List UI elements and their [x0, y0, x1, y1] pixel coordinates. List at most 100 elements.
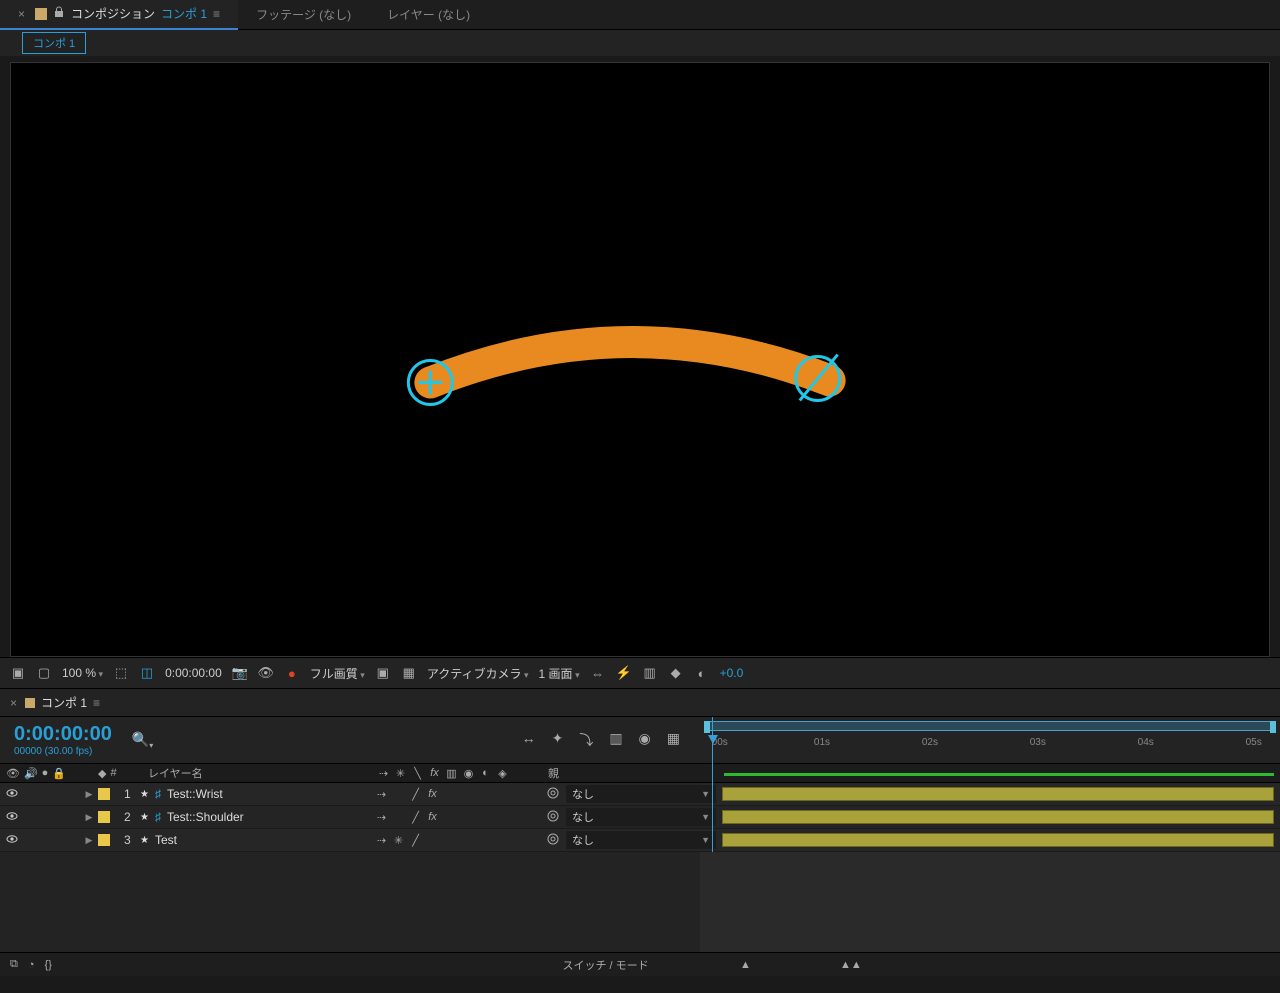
switch-frameblend[interactable]	[442, 810, 457, 825]
switch-quality[interactable]: ╱	[408, 787, 423, 802]
motion-blur-icon[interactable]: ◉	[639, 730, 651, 750]
switch-collapse[interactable]: ✳	[391, 833, 406, 848]
switch-collapse[interactable]	[391, 810, 406, 825]
time-ruler[interactable]: 00s 01s 02s 03s 04s 05s	[700, 717, 1280, 763]
switch-shy[interactable]: ⇢	[374, 810, 389, 825]
parent-pickwhip-icon[interactable]	[546, 832, 560, 849]
layer-expand-toggle[interactable]: ▶	[80, 812, 98, 823]
comp-mini-flowchart-icon[interactable]: ↔	[522, 730, 536, 750]
switch-adjustment-icon[interactable]: ◐	[478, 766, 493, 781]
channel-icon[interactable]: ●	[284, 665, 300, 681]
switch-motionblur[interactable]	[459, 833, 474, 848]
zoom-dropdown[interactable]: 100 %	[62, 666, 103, 680]
resolution-dropdown[interactable]: フル画質	[310, 665, 365, 682]
tab-layer[interactable]: レイヤー (なし)	[369, 0, 488, 30]
draft3d-icon[interactable]: ✦	[552, 730, 564, 750]
layer-visibility-icon[interactable]	[6, 787, 18, 802]
col-audio-icon[interactable]: 🔊	[24, 767, 38, 780]
zoom-slider-icon[interactable]: ▲▲	[840, 959, 862, 971]
guides-icon[interactable]: ▣	[375, 665, 391, 681]
switch-collapse[interactable]	[391, 787, 406, 802]
layer-row[interactable]: ▶ 3 ★ Test ⇢ ✳ ╱ なし▼	[0, 829, 1280, 852]
layer-name-text[interactable]: Test::Wrist	[167, 787, 223, 801]
switch-fx[interactable]: fx	[425, 810, 440, 825]
work-area-start-handle[interactable]	[704, 721, 710, 733]
frame-blend-icon[interactable]: ▥	[609, 730, 622, 750]
views-dropdown[interactable]: 1 画面	[539, 665, 580, 682]
work-area-end-handle[interactable]	[1270, 721, 1276, 733]
zoom-out-icon[interactable]: ▲	[740, 959, 751, 971]
switch-frameblend[interactable]	[442, 787, 457, 802]
switch-motionblur[interactable]	[459, 810, 474, 825]
graph-editor-icon[interactable]: ▦	[667, 730, 680, 750]
col-video-icon[interactable]: 👁	[6, 767, 20, 780]
timeline-icon[interactable]: ▥	[642, 665, 658, 681]
switch-adjustment[interactable]	[476, 833, 491, 848]
timeline-close-icon[interactable]: ×	[10, 696, 17, 710]
switch-collapse-icon[interactable]: ✳	[393, 766, 408, 781]
layer-color-chip[interactable]	[98, 788, 110, 800]
switch-fx-header-icon[interactable]: fx	[427, 766, 442, 781]
reset-exposure-icon[interactable]: ◐	[694, 665, 710, 681]
layer-row[interactable]: ▶ 1 ★ ♯ Test::Wrist ⇢ ╱ fx なし▼	[0, 783, 1280, 806]
parent-dropdown[interactable]: なし▼	[566, 831, 716, 849]
playhead-icon[interactable]	[708, 735, 718, 744]
transparency-grid-icon[interactable]: ▢	[36, 665, 52, 681]
timeline-panel-menu-icon[interactable]: ≡	[93, 696, 100, 710]
layer-search[interactable]: 🔍▾	[132, 731, 153, 750]
layer-color-chip[interactable]	[98, 834, 110, 846]
col-solo-icon[interactable]: ●	[42, 767, 49, 780]
always-preview-icon[interactable]: ▣	[10, 665, 26, 681]
col-label-icon[interactable]: ◆	[98, 767, 106, 780]
panel-menu-icon[interactable]: ≡	[213, 7, 220, 21]
layer-visibility-icon[interactable]	[6, 810, 18, 825]
switch-adjustment[interactable]	[476, 810, 491, 825]
layer-visibility-icon[interactable]	[6, 833, 18, 848]
toggle-brackets-icon[interactable]: {}	[45, 959, 52, 971]
switch-3d[interactable]	[493, 787, 508, 802]
col-lock-icon[interactable]: 🔒	[52, 767, 66, 780]
lock-icon[interactable]	[53, 6, 65, 21]
show-snapshot-icon[interactable]: 👁	[258, 665, 274, 681]
switch-adjustment[interactable]	[476, 787, 491, 802]
layer-duration-bar[interactable]	[722, 833, 1274, 847]
switch-3d[interactable]	[493, 810, 508, 825]
roi-icon[interactable]: ⬚	[113, 665, 129, 681]
switch-3d[interactable]	[493, 833, 508, 848]
parent-pickwhip-icon[interactable]	[546, 786, 560, 803]
current-timecode[interactable]: 0:00:00:00	[14, 723, 112, 746]
col-layer-name[interactable]: レイヤー名	[142, 765, 376, 781]
col-parent[interactable]: 親	[542, 765, 718, 781]
switch-fx[interactable]: fx	[425, 787, 440, 802]
exposure-value[interactable]: +0.0	[720, 666, 744, 680]
toggle-modes-icon[interactable]: ◔	[28, 959, 35, 971]
switch-frameblend[interactable]	[442, 833, 457, 848]
switches-modes-toggle[interactable]: スイッチ / モード	[562, 957, 648, 973]
switch-motionblur-icon[interactable]: ◉	[461, 766, 476, 781]
layer-color-chip[interactable]	[98, 811, 110, 823]
layer-row[interactable]: ▶ 2 ★ ♯ Test::Shoulder ⇢ ╱ fx なし▼	[0, 806, 1280, 829]
pixel-aspect-icon[interactable]: ⇔	[590, 665, 606, 681]
layer-name-text[interactable]: Test	[155, 833, 177, 847]
grid-icon[interactable]: ▦	[401, 665, 417, 681]
close-tab-icon[interactable]: ×	[18, 7, 25, 21]
flowchart-icon[interactable]: ◆	[668, 665, 684, 681]
camera-dropdown[interactable]: アクティブカメラ	[427, 665, 529, 682]
hide-shy-icon[interactable]: ⤵	[579, 730, 593, 750]
mask-visibility-icon[interactable]: ◫	[139, 665, 155, 681]
current-time-block[interactable]: 0:00:00:00 00000 (30.00 fps)	[14, 723, 112, 757]
layer-duration-bar[interactable]	[722, 787, 1274, 801]
snapshot-icon[interactable]: 📷	[232, 665, 248, 681]
timeline-tab[interactable]: コンポ 1 ≡	[25, 694, 100, 711]
layer-expand-toggle[interactable]: ▶	[80, 789, 98, 800]
switch-shy[interactable]: ⇢	[374, 833, 389, 848]
switch-shy-icon[interactable]: ⇢	[376, 766, 391, 781]
switch-quality[interactable]: ╱	[408, 810, 423, 825]
comp-breadcrumb[interactable]: コンポ 1	[22, 32, 86, 54]
tab-composition[interactable]: × コンポジション コンポ 1 ≡	[0, 0, 238, 30]
switch-fx[interactable]	[425, 833, 440, 848]
layer-name-text[interactable]: Test::Shoulder	[167, 810, 244, 824]
switch-motionblur[interactable]	[459, 787, 474, 802]
composition-viewer[interactable]	[10, 62, 1270, 657]
work-area-bar[interactable]	[706, 721, 1274, 731]
